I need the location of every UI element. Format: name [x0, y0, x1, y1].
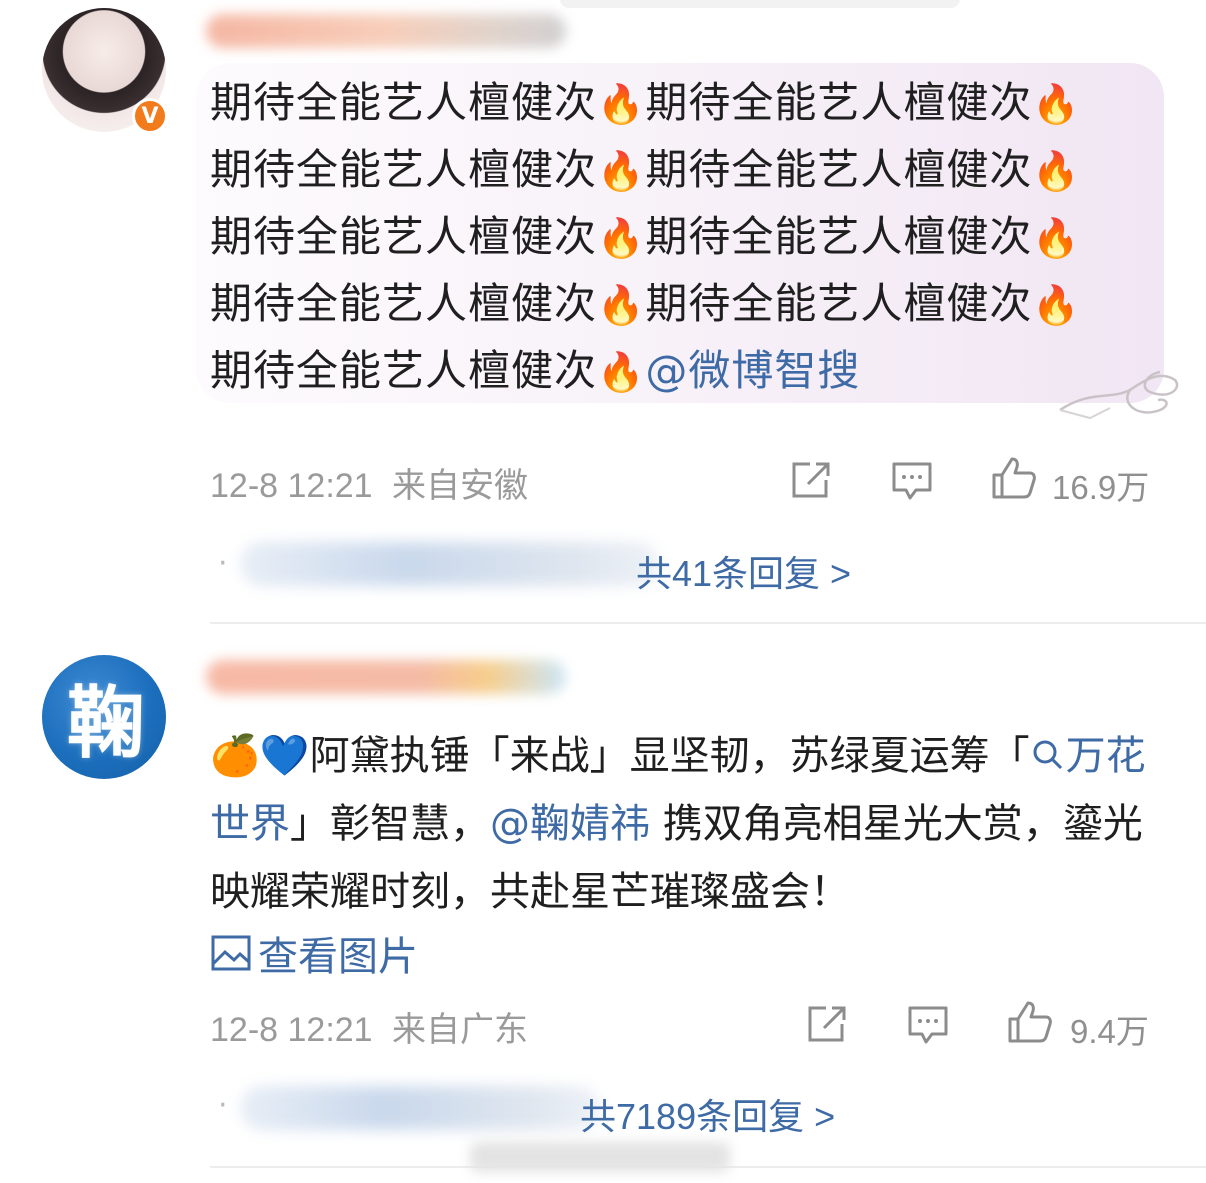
bottom-partial-content	[470, 1142, 730, 1172]
emoji-prefix: 🍊💙	[210, 733, 310, 779]
fire-icon: 🔥	[1032, 216, 1081, 260]
comment-icon[interactable]	[890, 460, 934, 502]
text-segment: 期待全能艺人檀健次	[645, 145, 1033, 194]
view-pictures-link[interactable]: 查看图片	[210, 924, 418, 982]
avatar-glyph: 鞠	[66, 678, 145, 769]
comment-text: 期待全能艺人檀健次🔥期待全能艺人檀健次🔥 期待全能艺人檀健次🔥期待全能艺人檀健次…	[210, 70, 1150, 405]
fire-icon: 🔥	[1032, 149, 1081, 193]
image-icon	[211, 935, 251, 971]
location: 来自广东	[392, 1011, 529, 1049]
text-segment: 期待全能艺人檀健次	[210, 78, 598, 127]
location: 来自安徽	[392, 467, 529, 505]
fire-icon: 🔥	[597, 82, 646, 126]
comment-text: 🍊💙阿黛执锤「来战」显坚韧，苏绿夏运筹「 万花世界」彰智慧，@鞠婧祎 携双角亮相星…	[210, 722, 1160, 926]
thumbs-up-icon[interactable]	[990, 455, 1038, 501]
repost-icon[interactable]	[804, 1004, 848, 1044]
verified-badge: V	[132, 98, 168, 134]
timestamp: 12-8 12:21	[210, 467, 373, 505]
text-segment: 期待全能艺人檀健次	[210, 279, 598, 328]
text-segment: 期待全能艺人檀健次	[645, 212, 1033, 261]
timestamp: 12-8 12:21	[210, 1011, 373, 1049]
view-pictures-label[interactable]: 查看图片	[258, 924, 418, 982]
username-blurred[interactable]	[206, 14, 566, 48]
repost-icon[interactable]	[788, 460, 832, 500]
text-segment: 期待全能艺人檀健次	[645, 78, 1033, 127]
thumbs-up-icon[interactable]	[1006, 999, 1054, 1045]
mention-link[interactable]: @微博智搜	[645, 346, 860, 395]
text-segment: 期待全能艺人檀健次	[210, 145, 598, 194]
like-count: 16.9万	[1052, 469, 1150, 506]
comment-meta: 12-8 12:21 来自安徽	[210, 458, 528, 507]
text-segment: 期待全能艺人檀健次	[645, 279, 1033, 328]
mention-link[interactable]: @鞠婧祎	[490, 801, 650, 847]
comment-icon[interactable]	[906, 1004, 950, 1046]
reply-dot: ·	[218, 1088, 228, 1123]
fire-icon: 🔥	[597, 350, 646, 394]
text-segment: 期待全能艺人檀健次	[210, 212, 598, 261]
reply-preview-blurred[interactable]	[240, 542, 660, 586]
like-count: 9.4万	[1070, 1013, 1149, 1050]
fire-icon: 🔥	[597, 216, 646, 260]
reply-dot: ·	[218, 546, 228, 581]
fire-icon: 🔥	[597, 283, 646, 327]
text-segment: 期待全能艺人檀健次	[210, 346, 598, 395]
top-partial-bar	[560, 0, 960, 8]
comment-divider	[210, 622, 1206, 624]
reply-preview-blurred[interactable]	[240, 1086, 600, 1130]
fire-icon: 🔥	[597, 149, 646, 193]
text-segment: 阿黛执锤「来战」显坚韧，苏绿夏运筹「	[309, 733, 1030, 779]
username-blurred[interactable]	[206, 660, 566, 694]
view-replies-link[interactable]: 共41条回复 >	[636, 545, 851, 597]
text-segment: 」彰智慧，	[290, 801, 490, 847]
avatar[interactable]: 鞠	[42, 655, 166, 779]
search-icon	[1033, 740, 1062, 770]
view-replies-link[interactable]: 共7189条回复 >	[580, 1088, 835, 1140]
fire-icon: 🔥	[1032, 82, 1081, 126]
fire-icon: 🔥	[1032, 283, 1081, 327]
comment-meta: 12-8 12:21 来自广东	[210, 1002, 528, 1051]
